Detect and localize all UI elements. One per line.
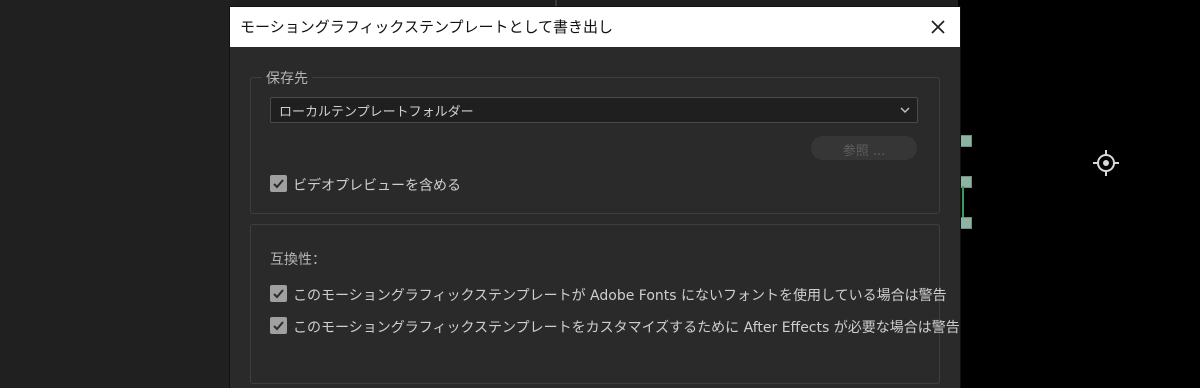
dialog-titlebar: モーショングラフィックステンプレートとして書き出し	[230, 7, 960, 47]
warn-after-effects-label: このモーショングラフィックステンプレートをカスタマイズするために After E…	[293, 320, 960, 336]
program-monitor-area	[958, 0, 1200, 388]
destination-legend: 保存先	[262, 68, 312, 88]
close-button[interactable]	[924, 13, 952, 41]
dialog-title: モーショングラフィックステンプレートとして書き出し	[240, 18, 614, 36]
export-motion-graphics-template-dialog: モーショングラフィックステンプレートとして書き出し 保存先 ローカルテンプレート…	[230, 7, 960, 388]
handle-connector-line	[962, 186, 964, 220]
background-left-panel	[0, 0, 236, 388]
include-video-preview-label: ビデオプレビューを含める	[293, 178, 461, 194]
warn-adobe-fonts-label: このモーショングラフィックステンプレートが Adobe Fonts にないフォン…	[293, 288, 947, 304]
anchor-point-icon[interactable]	[1092, 149, 1120, 177]
checkmark-icon	[273, 179, 284, 189]
chevron-down-icon	[900, 107, 910, 114]
include-video-preview-checkbox[interactable]	[270, 175, 287, 192]
warn-after-effects-checkbox[interactable]	[270, 317, 287, 334]
checkmark-icon	[273, 289, 284, 299]
browse-button[interactable]: 参照 ...	[811, 136, 917, 160]
checkmark-icon	[273, 321, 284, 331]
transform-handle-top[interactable]	[960, 135, 972, 147]
warn-adobe-fonts-checkbox[interactable]	[270, 285, 287, 302]
destination-selected-value: ローカルテンプレートフォルダー	[279, 105, 474, 120]
transform-handle-bottom[interactable]	[960, 217, 972, 229]
compatibility-label: 互換性：	[270, 252, 326, 268]
close-icon	[931, 20, 945, 34]
browse-button-label: 参照 ...	[842, 144, 886, 159]
destination-select[interactable]: ローカルテンプレートフォルダー	[270, 97, 918, 123]
